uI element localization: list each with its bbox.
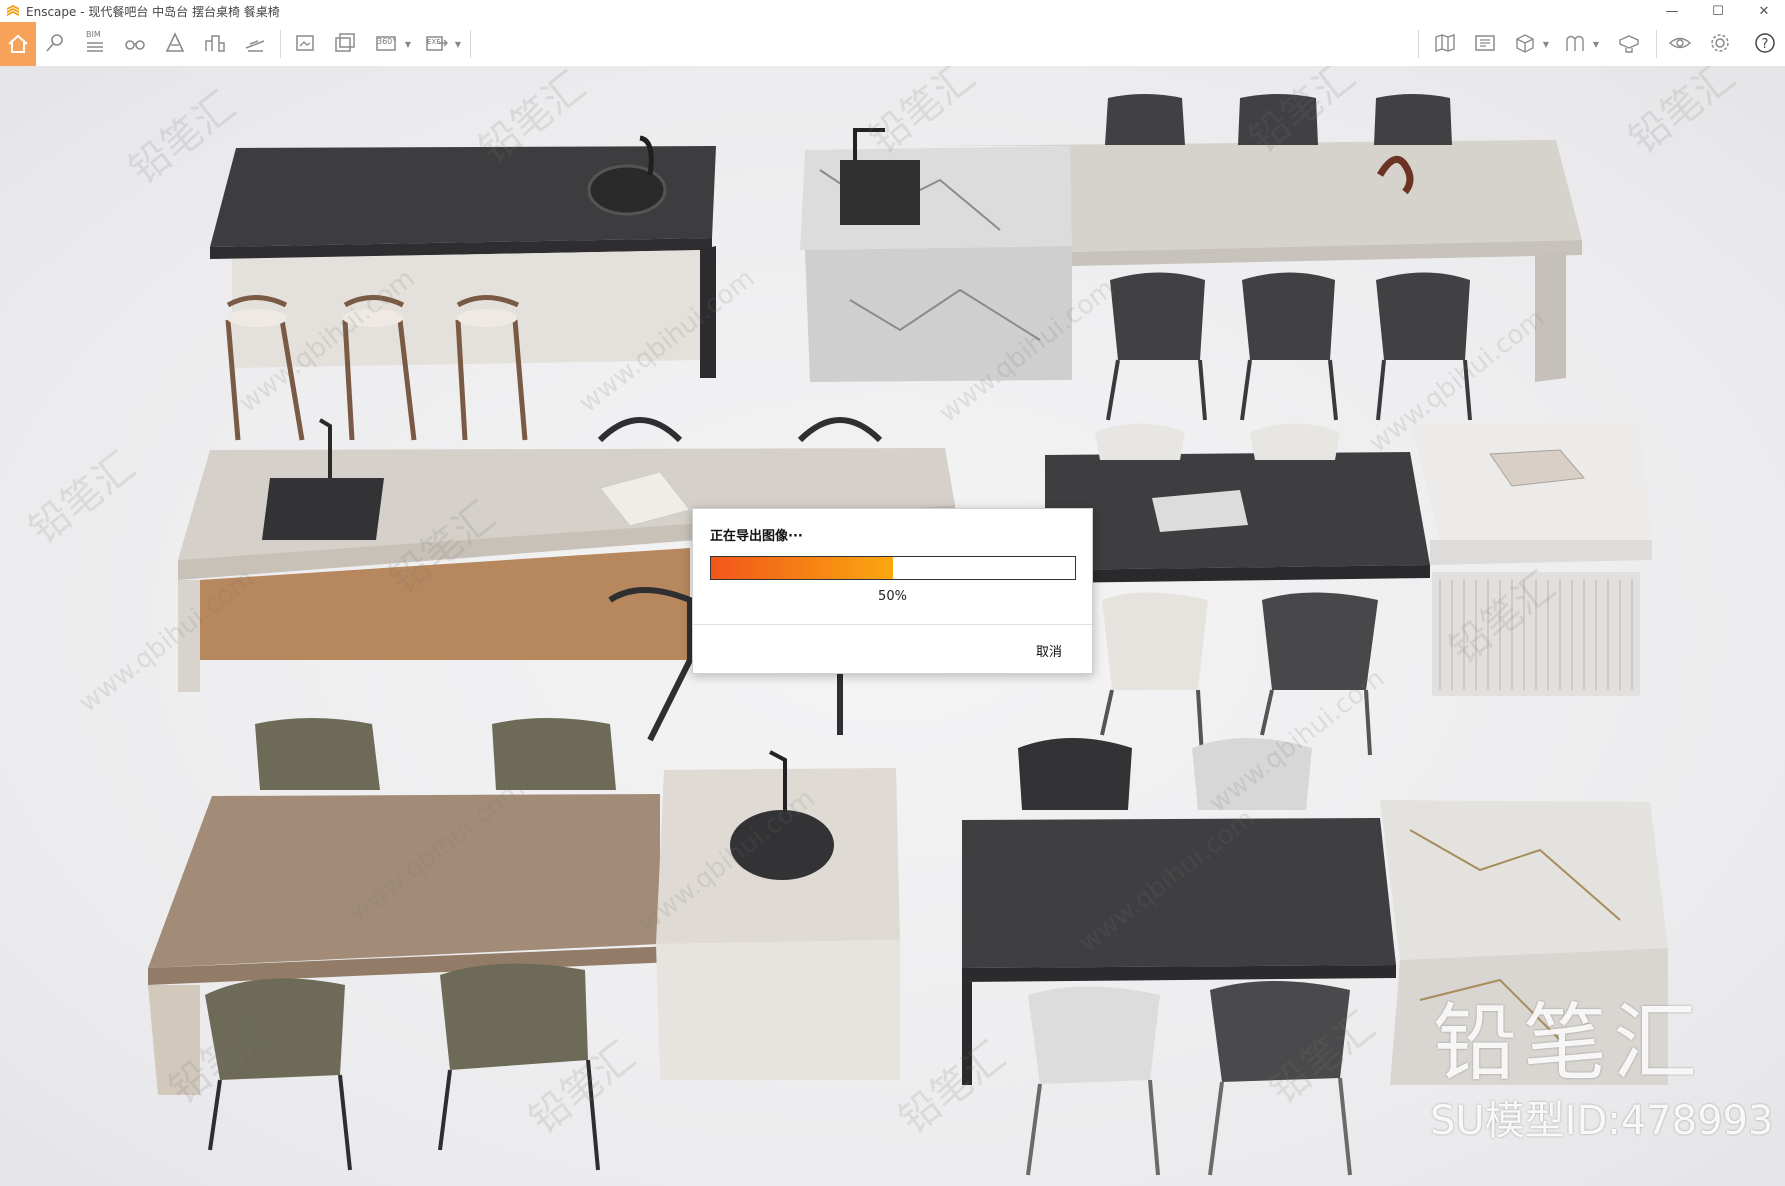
cancel-button[interactable]: 取消	[1036, 641, 1062, 660]
bim-button[interactable]: BIM	[80, 28, 110, 58]
home-icon	[8, 34, 28, 53]
chevron-down-icon: ▼	[1592, 40, 1599, 49]
toolbar-separator	[280, 30, 281, 58]
cube-icon	[1516, 34, 1534, 53]
panorama-button[interactable]: 360° ▼	[372, 28, 411, 58]
minimize-button[interactable]: —	[1652, 0, 1692, 22]
bar-stools	[225, 295, 528, 441]
binoculars-icon	[125, 40, 145, 50]
layout-button[interactable]	[1470, 28, 1500, 58]
dialog-title: 正在导出图像···	[710, 529, 803, 544]
close-button[interactable]: ✕	[1744, 0, 1784, 22]
hat-icon	[245, 40, 265, 52]
export-exe-button[interactable]: EXE ▼	[422, 28, 461, 58]
settings-button[interactable]	[1705, 28, 1735, 58]
model-id-watermark: SU模型ID:478993	[1430, 1098, 1774, 1144]
map-button[interactable]	[1430, 28, 1460, 58]
toolbar-separator	[1418, 30, 1419, 58]
chevron-down-icon: ▼	[1542, 40, 1549, 49]
panorama-label: 360°	[377, 37, 397, 46]
progress-percent: 50%	[878, 589, 907, 604]
frames-icon	[1566, 35, 1584, 51]
chair-legs-top	[1106, 359, 1472, 421]
dialog-divider	[693, 624, 1092, 625]
buildings-icon	[205, 35, 225, 52]
render-image-icon	[296, 35, 314, 51]
cone-button[interactable]	[160, 28, 190, 58]
buildings-button[interactable]	[200, 28, 230, 58]
hat-button[interactable]	[240, 28, 270, 58]
warning-cone-icon	[165, 32, 185, 52]
export-progress-dialog: 正在导出图像··· 50% 取消	[692, 508, 1093, 674]
visual-settings-button[interactable]	[1665, 28, 1695, 58]
toolbar-separator	[1656, 30, 1657, 58]
enscape-logo-icon	[7, 5, 19, 16]
toolbar-separator	[470, 30, 471, 58]
batch-render-icon	[335, 33, 355, 52]
chevron-down-icon: ▼	[404, 40, 411, 49]
brand-watermark: 铅笔汇	[1433, 994, 1704, 1092]
pin-icon	[46, 34, 63, 52]
batch-render-button[interactable]	[330, 28, 360, 58]
home-button[interactable]	[0, 22, 36, 66]
render-image-button[interactable]	[290, 28, 320, 58]
progress-bar	[710, 556, 1076, 580]
layout-icon	[1475, 35, 1495, 51]
settings-gear-icon	[1711, 34, 1729, 52]
frames-button[interactable]: ▼	[1560, 28, 1599, 58]
binoculars-button[interactable]	[120, 28, 150, 58]
eye-icon	[1668, 37, 1692, 49]
window-title: Enscape - 现代餐吧台 中岛台 摆台桌椅 餐桌椅	[26, 4, 280, 19]
cube-button[interactable]: ▼	[1510, 28, 1549, 58]
exe-label: EXE	[427, 38, 441, 46]
help-icon: ?	[1755, 33, 1775, 53]
toolbar: BIM 360° ▼ EXE ▼ ▼ ▼ ?	[0, 22, 1785, 86]
presentation-icon	[1619, 35, 1639, 53]
presentation-button[interactable]	[1614, 28, 1644, 58]
chevron-down-icon: ▼	[454, 40, 461, 49]
title-bar: Enscape - 现代餐吧台 中岛台 摆台桌椅 餐桌椅 — ☐ ✕	[0, 0, 1785, 22]
progress-fill	[711, 557, 893, 579]
pin-button[interactable]	[40, 28, 70, 58]
maximize-button[interactable]: ☐	[1698, 0, 1738, 22]
marble-island	[800, 128, 1072, 382]
help-button[interactable]: ?	[1750, 28, 1780, 58]
svg-text:?: ?	[1762, 37, 1769, 52]
map-icon	[1435, 34, 1455, 52]
bim-label: BIM	[86, 30, 101, 39]
